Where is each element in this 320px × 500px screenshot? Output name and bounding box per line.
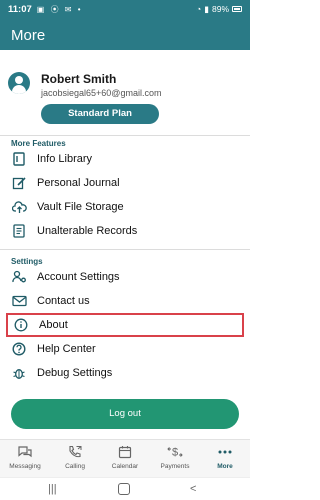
- nav-item-calendar[interactable]: Calendar: [100, 443, 150, 477]
- mail-icon: [10, 292, 28, 310]
- calendar-icon: [100, 443, 150, 461]
- profile-card: Robert Smith jacobsiegal65+60@gmail.com …: [0, 64, 250, 128]
- menu-item-contact-us[interactable]: Contact us: [6, 289, 244, 313]
- account-settings-icon: [10, 268, 28, 286]
- battery-percent: 89%: [211, 4, 229, 14]
- bug-icon: [10, 364, 28, 382]
- recent-apps-icon[interactable]: |||: [48, 483, 57, 495]
- profile-email: jacobsiegal65+60@gmail.com: [41, 88, 162, 98]
- menu-item-vault-file-storage[interactable]: Vault File Storage: [6, 195, 244, 219]
- menu-item-label: About: [39, 319, 68, 331]
- avatar: [8, 72, 30, 94]
- menu-item-unalterable-records[interactable]: Unalterable Records: [6, 219, 244, 243]
- records-icon: [10, 222, 28, 240]
- status-bar: 11:07 ▣ ⦿ ✉ • ◔ ▮ 89%: [0, 0, 250, 18]
- menu-item-help-center[interactable]: Help Center: [6, 337, 244, 361]
- bottom-nav: Messaging Calling Calendar $ Payments Mo…: [0, 439, 250, 477]
- menu-item-account-settings[interactable]: Account Settings: [6, 265, 244, 289]
- wifi-icon: ◔: [196, 4, 202, 14]
- nav-label: Calendar: [111, 463, 139, 470]
- help-icon: [10, 340, 28, 358]
- status-right: ◔ ▮ 89%: [196, 4, 242, 15]
- info-library-icon: [10, 150, 28, 168]
- nav-label: Payments: [160, 463, 190, 470]
- standard-plan-button[interactable]: Standard Plan: [41, 104, 159, 124]
- menu-item-label: Contact us: [37, 295, 90, 307]
- menu-item-info-library[interactable]: Info Library: [6, 147, 244, 171]
- back-icon[interactable]: <: [190, 483, 196, 495]
- divider: [0, 135, 250, 136]
- profile-name: Robert Smith: [41, 72, 117, 86]
- nav-item-payments[interactable]: $ Payments: [150, 443, 200, 477]
- menu-item-personal-journal[interactable]: Personal Journal: [6, 171, 244, 195]
- menu-item-label: Account Settings: [37, 271, 120, 283]
- payments-icon: $: [150, 443, 200, 461]
- home-icon[interactable]: [118, 483, 130, 495]
- menu-item-label: Vault File Storage: [37, 201, 124, 213]
- menu-item-about[interactable]: About: [6, 313, 244, 337]
- nav-item-messaging[interactable]: Messaging: [0, 443, 50, 477]
- chat-icon: [0, 443, 50, 461]
- edit-icon: [10, 174, 28, 192]
- logout-button[interactable]: Log out: [11, 399, 239, 429]
- nav-label: Calling: [65, 463, 85, 470]
- more-icon: [200, 443, 250, 461]
- info-icon: [12, 316, 30, 334]
- status-time: 11:07: [8, 3, 32, 15]
- cloud-upload-icon: [10, 198, 28, 216]
- menu-item-label: Unalterable Records: [37, 225, 138, 237]
- page-title: More: [0, 18, 250, 50]
- menu-item-label: Personal Journal: [37, 177, 120, 189]
- system-nav-bar: ||| <: [0, 477, 250, 500]
- nav-item-more[interactable]: More: [200, 443, 250, 477]
- menu-item-label: Debug Settings: [37, 367, 113, 379]
- menu-item-debug-settings[interactable]: Debug Settings: [6, 361, 244, 385]
- nav-label: More: [217, 463, 233, 470]
- nav-label: Messaging: [9, 463, 41, 470]
- nav-item-calling[interactable]: Calling: [50, 443, 100, 477]
- svg-text:$: $: [172, 447, 178, 459]
- phone-icon: [50, 443, 100, 461]
- notification-icons: ▣ ⦿ ✉ •: [36, 4, 83, 14]
- menu-item-label: Help Center: [37, 343, 96, 355]
- menu-item-label: Info Library: [37, 153, 93, 165]
- battery-icon: [232, 6, 242, 12]
- divider: [0, 249, 250, 250]
- signal-icon: ▮: [204, 3, 209, 14]
